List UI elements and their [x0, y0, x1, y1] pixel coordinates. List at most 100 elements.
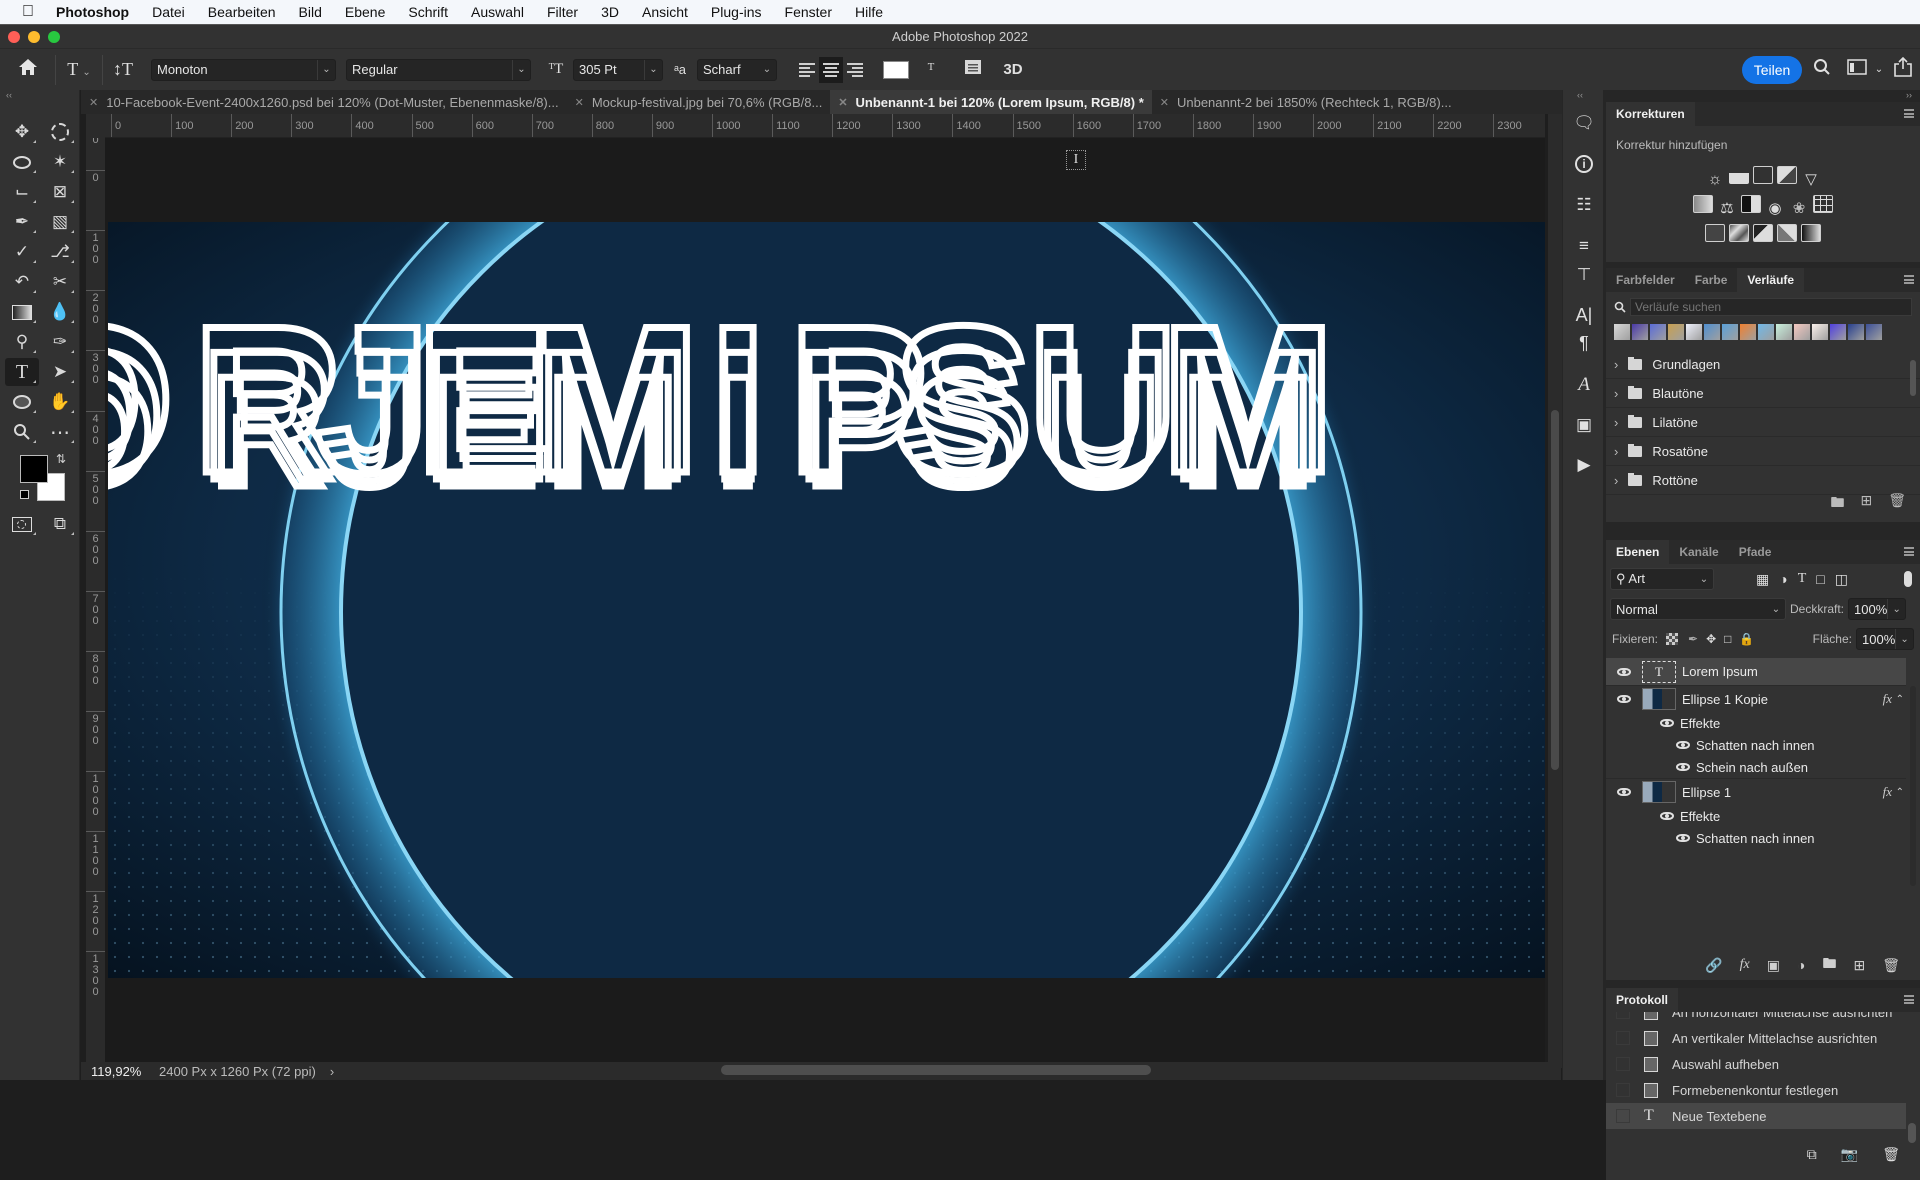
history-item[interactable]: Formebenenkontur festlegen [1606, 1077, 1906, 1103]
comments-icon[interactable]: 🗨 [1567, 108, 1601, 138]
hue-saturation-icon[interactable] [1693, 195, 1713, 213]
add-layer-style-icon[interactable]: fx [1740, 957, 1750, 973]
tab-korrekturen[interactable]: Korrekturen [1606, 102, 1695, 126]
delete-state-icon[interactable]: 🗑 [1882, 1146, 1900, 1163]
fill-input[interactable]: 100% ⌄ [1856, 628, 1914, 650]
visibility-eye-icon[interactable] [1676, 741, 1690, 749]
gradient-swatch[interactable] [1848, 324, 1864, 340]
antialias-select[interactable]: Scharf ⌄ [697, 58, 777, 81]
tab-document-3[interactable]: ✕ Unbenannt-1 bei 120% (Lorem Ipsum, RGB/… [830, 90, 1152, 114]
vertical-scroll-thumb[interactable] [1551, 410, 1559, 770]
invert-icon[interactable] [1705, 224, 1725, 242]
visibility-eye-icon[interactable] [1617, 695, 1631, 703]
path-selection-tool[interactable]: ➤ [43, 358, 77, 386]
tab-pfade[interactable]: Pfade [1729, 540, 1782, 564]
zoom-tool[interactable] [5, 418, 39, 446]
toggle-text-orientation-icon[interactable]: ↕T [103, 59, 143, 80]
new-adjustment-layer-icon[interactable]: ◑ [1797, 957, 1805, 973]
lock-transparent-icon[interactable] [1666, 633, 1679, 645]
quick-selection-tool[interactable]: ✶ [43, 148, 77, 176]
menu-auswahl[interactable]: Auswahl [471, 4, 524, 20]
font-size-select[interactable]: 305 Pt ⌄ [573, 58, 663, 81]
gradient-map-icon[interactable] [1801, 224, 1821, 242]
history-snapshot-checkbox[interactable] [1616, 1057, 1630, 1071]
properties-icon[interactable]: ☷ [1567, 190, 1601, 220]
foreground-color-swatch[interactable] [20, 455, 48, 483]
search-icon[interactable] [1802, 58, 1842, 81]
status-more-icon[interactable]: › [330, 1064, 334, 1079]
font-style-select[interactable]: Regular ⌄ [346, 58, 531, 81]
quick-mask-icon[interactable] [5, 510, 39, 538]
move-tool[interactable]: ✥ [5, 118, 39, 146]
add-mask-icon[interactable]: ▣ [1767, 957, 1780, 974]
layer-effects-fx-icon[interactable]: fx [1883, 691, 1892, 707]
tab-farbe[interactable]: Farbe [1685, 268, 1738, 292]
gradient-folder[interactable]: › Rosatöne [1606, 437, 1920, 466]
text-color-swatch[interactable] [883, 60, 909, 79]
menu-ansicht[interactable]: Ansicht [642, 4, 688, 20]
history-brush-tool[interactable]: ↶ [5, 268, 39, 296]
character-panel-icon[interactable] [953, 58, 993, 81]
document-canvas[interactable]: OOORRRJJJEEEMMMIIIPPPSSSUUUMMM [108, 222, 1545, 978]
gradient-swatch[interactable] [1866, 324, 1882, 340]
zoom-level[interactable]: 119,92% [91, 1064, 149, 1079]
levels-icon[interactable] [1729, 166, 1749, 184]
gradient-swatch[interactable] [1614, 324, 1630, 340]
eyedropper-tool[interactable]: ✒ [5, 208, 39, 236]
layer-row[interactable]: Ellipse 1 fx ⌃ [1606, 778, 1906, 805]
collapse-toolbar-icon[interactable]: ‹‹ [6, 90, 12, 100]
home-icon[interactable] [0, 58, 55, 81]
actions-play-icon[interactable]: ▶ [1567, 450, 1601, 480]
panel-menu-icon[interactable] [1904, 547, 1914, 556]
collapse-effects-icon[interactable]: ⌃ [1896, 694, 1904, 705]
warp-text-icon[interactable]: ᵀ [909, 59, 953, 80]
menu-3d[interactable]: 3D [601, 4, 619, 20]
filter-shape-icon[interactable]: □ [1816, 571, 1824, 588]
new-document-from-state-icon[interactable]: ⧉ [1807, 1146, 1817, 1163]
close-tab-icon[interactable]: ✕ [89, 96, 98, 109]
share-button[interactable]: Teilen [1742, 55, 1802, 84]
gradient-folder[interactable]: › Blautöne [1606, 379, 1920, 408]
type-tool-preset-picker[interactable]: T ⌄ [56, 59, 102, 80]
align-center-button[interactable] [819, 56, 843, 83]
frame-tool[interactable]: ⊠ [43, 178, 77, 206]
export-share-icon[interactable] [1886, 56, 1920, 82]
default-colors-icon[interactable] [20, 490, 29, 499]
hand-tool[interactable]: ✋ [43, 388, 77, 416]
collapse-dock-icon[interactable]: ‹‹ [1577, 90, 1583, 100]
tab-document-4[interactable]: ✕ Unbenannt-2 bei 1850% (Rechteck 1, RGB/… [1152, 90, 1460, 114]
menu-plugins[interactable]: Plug-ins [711, 4, 762, 20]
menu-hilfe[interactable]: Hilfe [855, 4, 883, 20]
vertical-scrollbar[interactable] [1548, 114, 1562, 1068]
tab-document-1[interactable]: ✕ 10-Facebook-Event-2400x1260.psd bei 120… [81, 90, 567, 114]
history-scrollbar[interactable] [1908, 1123, 1916, 1143]
eraser-tool[interactable]: ✂ [43, 268, 77, 296]
chevron-right-icon[interactable]: › [1614, 444, 1618, 459]
menu-fenster[interactable]: Fenster [785, 4, 832, 20]
lock-all-icon[interactable]: 🔒 [1739, 632, 1754, 646]
swap-colors-icon[interactable]: ⇅ [56, 452, 66, 466]
chevron-right-icon[interactable]: › [1614, 415, 1618, 430]
posterize-icon[interactable] [1729, 224, 1749, 242]
opacity-input[interactable]: 100% ⌄ [1848, 598, 1907, 620]
menu-bild[interactable]: Bild [299, 4, 322, 20]
filter-adjustment-icon[interactable]: ◑ [1779, 571, 1787, 588]
apple-icon[interactable]:  [22, 4, 36, 20]
type-tool[interactable]: T [5, 358, 39, 386]
link-layers-icon[interactable]: 🔗 [1705, 957, 1722, 974]
3d-button[interactable]: 3D [993, 61, 1033, 78]
layer-effects-fx-icon[interactable]: fx [1883, 784, 1892, 800]
black-white-icon[interactable] [1741, 195, 1761, 213]
new-gradient-icon[interactable]: ⊞ [1860, 492, 1872, 516]
panel-menu-icon[interactable] [1904, 109, 1914, 118]
color-lookup-icon[interactable] [1813, 195, 1833, 213]
font-family-select[interactable]: Monoton ⌄ [151, 58, 336, 81]
align-right-button[interactable] [843, 57, 867, 83]
tool-presets-icon[interactable]: ⊤ [1567, 260, 1601, 290]
effect-row[interactable]: Schatten nach innen [1606, 827, 1906, 849]
workspace-icon[interactable] [1842, 59, 1872, 80]
blur-tool[interactable]: 💧 [43, 298, 77, 326]
vibrance-icon[interactable]: ▽ [1801, 170, 1821, 188]
layer-filter-toggle[interactable] [1904, 571, 1912, 587]
chevron-right-icon[interactable]: › [1614, 386, 1618, 401]
